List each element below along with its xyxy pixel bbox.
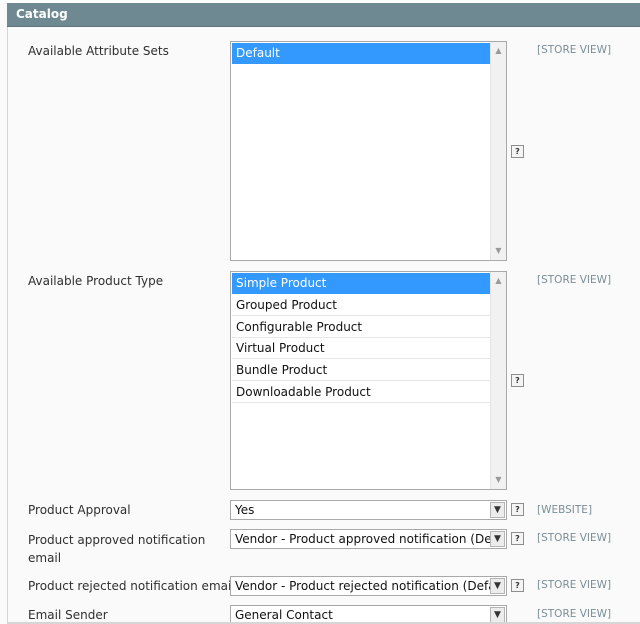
product-type-option-downloadable[interactable]: Downloadable Product: [232, 382, 491, 403]
chevron-down-icon[interactable]: ▼: [490, 578, 505, 594]
product-type-option-simple[interactable]: Simple Product: [232, 273, 491, 294]
product-approval-label: Product Approval: [28, 503, 131, 517]
scroll-down-arrow-icon[interactable]: ▼: [491, 473, 506, 487]
help-icon[interactable]: ?: [511, 503, 524, 516]
product-type-option-grouped[interactable]: Grouped Product: [232, 295, 491, 316]
scroll-up-arrow-icon[interactable]: ▲: [491, 274, 506, 288]
help-icon[interactable]: ?: [511, 532, 524, 545]
product-type-scope: [STORE VIEW]: [537, 274, 612, 286]
product-approval-scope: [WEBSITE]: [537, 504, 593, 516]
approved-email-label-line1: Product approved notification: [28, 533, 206, 547]
attribute-sets-scrollbar[interactable]: ▲ ▼: [490, 42, 506, 260]
chevron-down-icon[interactable]: ▼: [490, 607, 505, 623]
attribute-sets-label: Available Attribute Sets: [28, 44, 169, 58]
email-sender-value: General Contact: [235, 608, 333, 622]
section-header[interactable]: Catalog: [7, 3, 640, 27]
product-type-scrollbar[interactable]: ▲ ▼: [490, 272, 506, 489]
rejected-email-value: Vendor - Product rejected notification (…: [235, 579, 490, 593]
approved-email-select[interactable]: Vendor - Product approved notification (…: [230, 529, 507, 549]
help-icon[interactable]: ?: [511, 145, 524, 158]
rejected-email-scope: [STORE VIEW]: [537, 579, 612, 591]
scroll-up-arrow-icon[interactable]: ▲: [491, 44, 506, 58]
approved-email-value: Vendor - Product approved notification (…: [235, 532, 490, 546]
help-icon[interactable]: ?: [511, 374, 524, 387]
product-type-option-bundle[interactable]: Bundle Product: [232, 360, 491, 381]
product-type-option-configurable[interactable]: Configurable Product: [232, 317, 491, 338]
product-approval-value: Yes: [235, 503, 255, 517]
chevron-down-icon[interactable]: ▼: [490, 531, 505, 547]
attribute-sets-multiselect[interactable]: Default ▲ ▼: [230, 41, 507, 261]
approved-email-label-line2: email: [28, 551, 62, 565]
approved-email-scope: [STORE VIEW]: [537, 532, 612, 544]
attribute-set-option-default[interactable]: Default: [232, 43, 491, 64]
section-title: Catalog: [16, 7, 68, 21]
email-sender-scope: [STORE VIEW]: [537, 608, 612, 620]
product-type-option-virtual[interactable]: Virtual Product: [232, 338, 491, 359]
product-type-label: Available Product Type: [28, 274, 164, 288]
product-type-multiselect[interactable]: Simple Product Grouped Product Configura…: [230, 271, 507, 490]
rejected-email-label: Product rejected notification email: [28, 579, 235, 593]
product-approval-select[interactable]: Yes ▼: [230, 500, 507, 520]
help-icon[interactable]: ?: [511, 579, 524, 592]
scroll-down-arrow-icon[interactable]: ▼: [491, 244, 506, 258]
attribute-sets-scope: [STORE VIEW]: [537, 44, 612, 56]
rejected-email-select[interactable]: Vendor - Product rejected notification (…: [230, 576, 507, 596]
chevron-down-icon[interactable]: ▼: [490, 502, 505, 518]
